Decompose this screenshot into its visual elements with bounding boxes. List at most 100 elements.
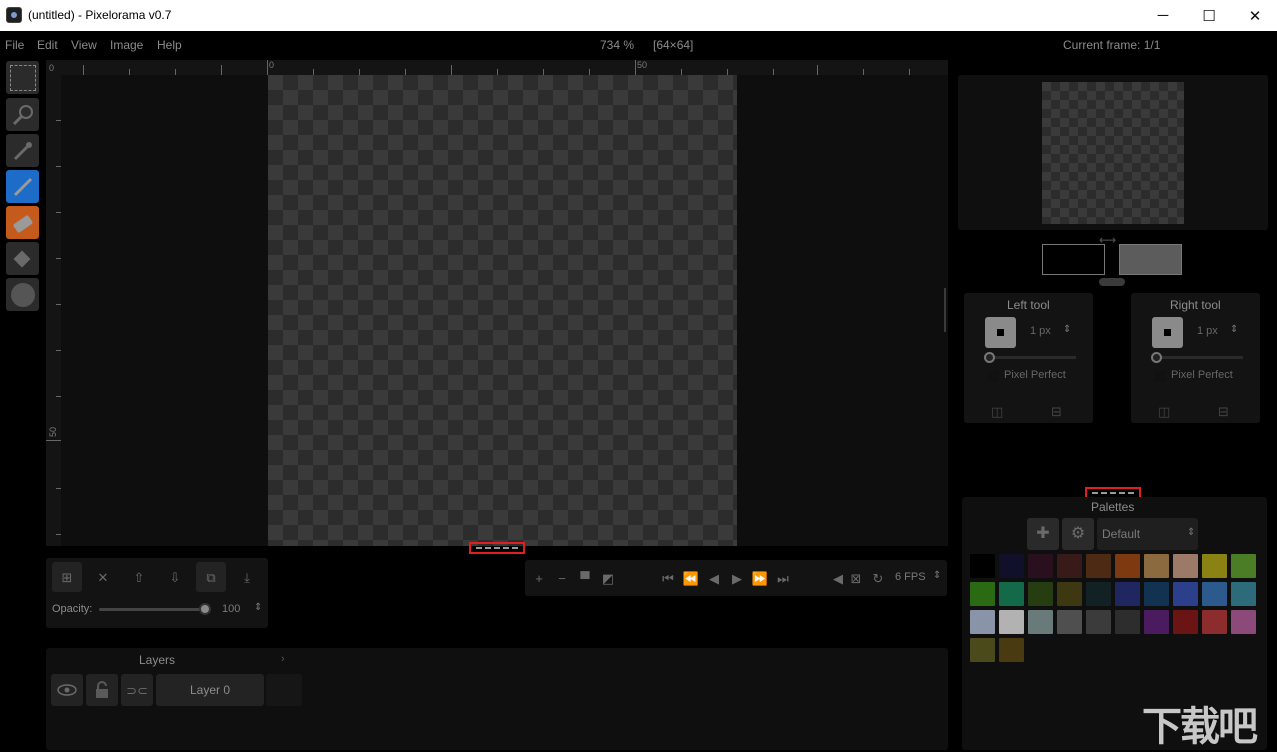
play-button[interactable]: ▶ [728, 568, 746, 588]
first-frame-button[interactable]: ⏮ [659, 568, 677, 588]
remove-frame-button[interactable]: − [553, 568, 571, 588]
palette-swatch[interactable] [1086, 554, 1111, 578]
left-mirror-horizontal-icon[interactable]: ◫ [991, 404, 1003, 420]
palette-swatch[interactable] [1086, 582, 1111, 606]
right-brush-size-slider[interactable] [1155, 356, 1243, 359]
close-button[interactable]: ✕ [1232, 0, 1277, 31]
right-color-picker[interactable] [1119, 244, 1182, 275]
palette-swatch[interactable] [999, 582, 1024, 606]
palette-swatch[interactable] [1231, 554, 1256, 578]
add-palette-button[interactable]: ✚ [1027, 518, 1059, 550]
move-layer-down-button[interactable]: ⇩ [160, 562, 190, 592]
maximize-button[interactable]: ☐ [1186, 0, 1232, 31]
drawing-canvas[interactable] [268, 75, 737, 546]
add-frame-button[interactable]: + [530, 568, 548, 588]
eraser-tool[interactable] [6, 206, 39, 239]
move-layer-up-button[interactable]: ⇧ [124, 562, 154, 592]
palette-swatch[interactable] [1028, 610, 1053, 634]
previous-frame-button[interactable]: ⏪ [682, 568, 700, 588]
left-pixel-perfect-checkbox[interactable] [988, 371, 999, 382]
left-brush-type-button[interactable] [985, 317, 1016, 348]
palette-swatch[interactable] [1057, 554, 1082, 578]
right-mirror-vertical-icon[interactable]: ⊟ [1218, 404, 1229, 420]
fps-input[interactable]: 6 FPS [895, 571, 926, 583]
palette-swatch[interactable] [1231, 610, 1256, 634]
next-frame-button[interactable]: ⏩ [751, 568, 769, 588]
edit-palette-button[interactable]: ⚙ [1062, 518, 1094, 550]
layer-row[interactable]: Layer 0 [156, 674, 264, 706]
right-brush-size-knob[interactable] [1151, 352, 1162, 363]
palette-swatch[interactable] [1115, 610, 1140, 634]
color-picker-tool[interactable] [6, 134, 39, 167]
palette-swatch[interactable] [1202, 554, 1227, 578]
pencil-tool[interactable] [6, 170, 39, 203]
palette-swatch[interactable] [1202, 610, 1227, 634]
palette-select-arrow-icon[interactable]: ⇕ [1187, 527, 1195, 538]
onion-settings-button[interactable]: ⊠ [847, 568, 865, 588]
fps-spin-icon[interactable]: ⇕ [933, 570, 941, 581]
palette-swatch[interactable] [1057, 582, 1082, 606]
palette-swatch[interactable] [1057, 610, 1082, 634]
clone-frame-button[interactable]: ▀ [576, 568, 594, 588]
opacity-slider-knob[interactable] [199, 603, 211, 615]
panel-resize-handle[interactable] [944, 288, 946, 332]
onion-past-button[interactable]: ◀ [831, 568, 845, 588]
palette-swatch[interactable] [1202, 582, 1227, 606]
left-color-picker[interactable] [1042, 244, 1105, 275]
last-frame-button[interactable]: ⏭ [774, 568, 792, 588]
opacity-slider[interactable] [99, 608, 207, 611]
palette-swatch[interactable] [999, 638, 1024, 662]
left-mirror-vertical-icon[interactable]: ⊟ [1051, 404, 1062, 420]
palette-swatch[interactable] [970, 554, 995, 578]
merge-down-button[interactable]: ⤓ [232, 562, 262, 592]
left-brush-size[interactable]: 1 px [1030, 325, 1051, 337]
menu-image[interactable]: Image [110, 38, 143, 52]
layer-lock-toggle[interactable] [86, 674, 118, 706]
menu-edit[interactable]: Edit [37, 38, 58, 52]
loop-button[interactable]: ↻ [869, 568, 887, 588]
palette-swatch[interactable] [970, 610, 995, 634]
palette-swatch[interactable] [999, 610, 1024, 634]
bucket-tool[interactable] [6, 242, 39, 275]
reset-colors-button[interactable] [1099, 278, 1125, 286]
palette-select[interactable]: Default [1097, 518, 1198, 550]
palette-swatch[interactable] [1144, 610, 1169, 634]
left-brush-size-slider[interactable] [988, 356, 1076, 359]
bottom-splitter-handle[interactable] [469, 542, 525, 554]
clone-layer-button[interactable]: ⧉ [196, 562, 226, 592]
layer-link-toggle[interactable]: ⊃⊂ [121, 674, 153, 706]
palette-swatch[interactable] [1086, 610, 1111, 634]
play-backwards-button[interactable]: ◀ [705, 568, 723, 588]
remove-layer-button[interactable]: ✕ [88, 562, 118, 592]
right-mirror-horizontal-icon[interactable]: ◫ [1158, 404, 1170, 420]
palette-swatch[interactable] [1115, 582, 1140, 606]
right-brush-type-button[interactable] [1152, 317, 1183, 348]
menu-help[interactable]: Help [157, 38, 182, 52]
menu-view[interactable]: View [71, 38, 97, 52]
add-layer-button[interactable]: ⊞ [52, 562, 82, 592]
palette-swatch[interactable] [1173, 582, 1198, 606]
palette-swatch[interactable] [1231, 582, 1256, 606]
right-brush-size-spin-icon[interactable]: ⇕ [1230, 324, 1238, 335]
onion-skin-button[interactable]: ◩ [599, 568, 617, 588]
palette-swatch[interactable] [1115, 554, 1140, 578]
opacity-spin-icon[interactable]: ⇕ [254, 602, 262, 613]
rectangle-select-tool[interactable] [6, 61, 39, 94]
right-brush-size[interactable]: 1 px [1197, 325, 1218, 337]
left-brush-size-knob[interactable] [984, 352, 995, 363]
palette-swatch[interactable] [1144, 554, 1169, 578]
minimize-button[interactable]: ─ [1140, 0, 1186, 31]
palette-swatch[interactable] [1173, 610, 1198, 634]
lighten-darken-tool[interactable] [6, 278, 39, 311]
layer-visibility-toggle[interactable] [51, 674, 83, 706]
palette-swatch[interactable] [970, 638, 995, 662]
right-pixel-perfect-checkbox[interactable] [1155, 371, 1166, 382]
palette-swatch[interactable] [1144, 582, 1169, 606]
palette-swatch[interactable] [999, 554, 1024, 578]
opacity-value[interactable]: 100 [222, 603, 240, 615]
layers-collapse-icon[interactable]: › [281, 653, 285, 665]
palette-swatch[interactable] [970, 582, 995, 606]
palette-swatch[interactable] [1028, 582, 1053, 606]
palette-swatch[interactable] [1028, 554, 1053, 578]
palette-swatch[interactable] [1173, 554, 1198, 578]
